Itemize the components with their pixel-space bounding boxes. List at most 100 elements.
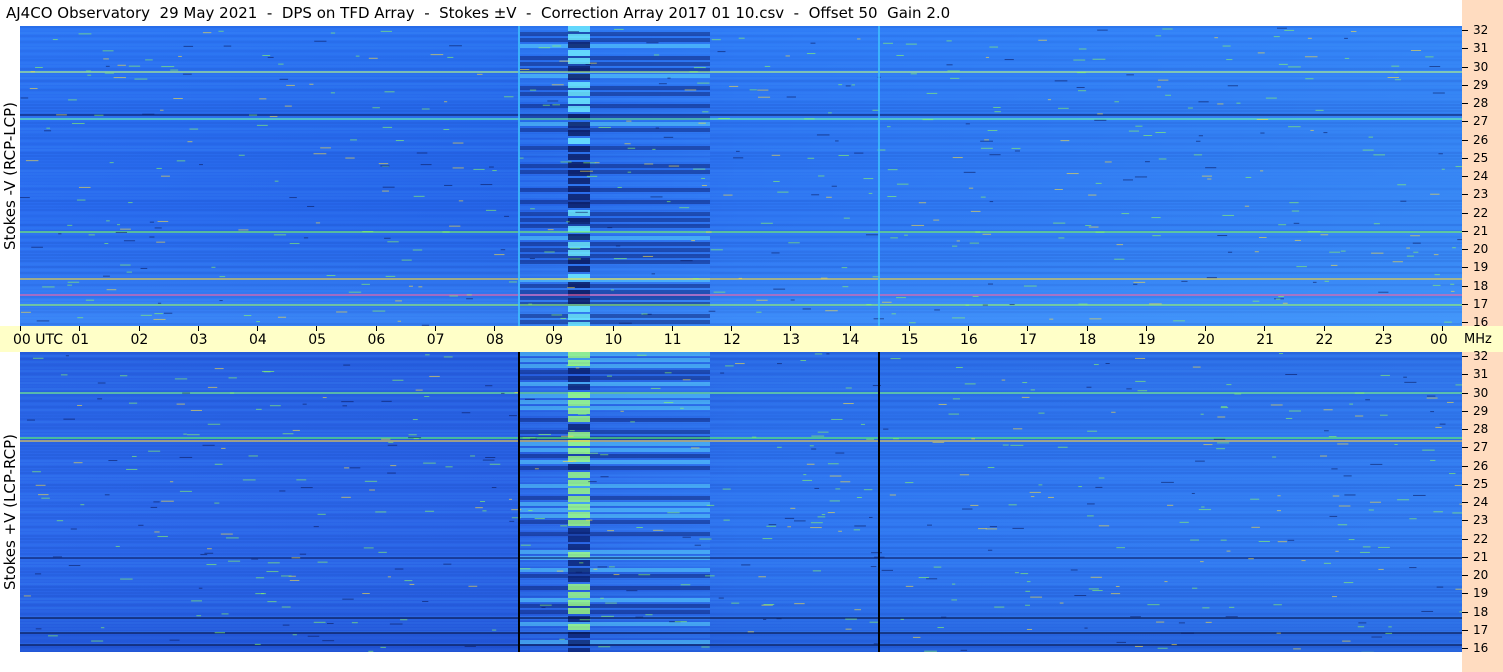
speckle [1323,562,1332,564]
burst-column [568,480,590,486]
speckle [666,201,671,203]
speckle [585,519,593,521]
burst-band [520,376,710,380]
speckle [20,197,30,199]
speckle [242,479,256,481]
speckle [491,487,497,489]
spectrogram-band [20,598,1462,600]
speckle [501,392,505,394]
speckle [1324,430,1329,432]
speckle [1217,103,1224,105]
speckle [718,597,724,599]
speckle [1285,373,1298,375]
burst-column [568,186,590,192]
speckle [1433,254,1439,256]
spectrogram-band [20,460,1462,462]
burst-column [568,512,590,518]
speckle [817,431,829,433]
speckle [35,484,46,486]
speckle [1116,547,1125,549]
speckle [1455,588,1462,590]
speckle [302,403,307,405]
freq-bottom-label: 29 [1473,403,1489,418]
burst-column [568,376,590,382]
speckle [1002,444,1009,446]
spectrogram-band [20,547,1462,549]
speckle [766,525,777,527]
speckle [1371,636,1383,638]
freq-bottom-tick [1462,575,1468,576]
speckle [330,32,336,34]
speckle [413,195,425,197]
interference-line [20,118,1462,120]
speckle [395,300,402,302]
burst-band [520,92,710,96]
speckle [856,497,862,498]
speckle [444,184,453,186]
spectrogram-band [20,418,1462,420]
speckle [207,386,218,388]
time-label: 08 [486,332,504,348]
time-label: 01 [71,332,90,348]
speckle [835,452,845,454]
speckle [741,564,751,566]
speckle [1094,119,1107,121]
speckle [806,53,816,55]
speckle [1329,251,1341,253]
time-tick [1027,326,1029,331]
spectrogram-band [20,182,1462,184]
speckle [932,441,945,443]
speckle [494,254,505,256]
spectrogram-band [20,619,1462,621]
spectrogram-band [20,475,1462,477]
burst-column [568,82,590,88]
speckle [1421,610,1434,612]
burst-band [520,586,710,590]
speckle [610,289,615,291]
spectrogram-band [20,317,1462,319]
speckle [572,460,577,462]
freq-top-label: 25 [1473,150,1489,165]
freq-bottom-tick [1462,648,1468,649]
freq-top-label: 32 [1473,23,1489,37]
speckle [829,500,840,502]
time-tick [20,326,21,331]
speckle [528,303,533,305]
speckle [1095,182,1102,184]
speckle [597,566,608,568]
speckle [68,565,81,567]
stokes-plus-v-spectrogram[interactable] [20,352,1462,652]
speckle [281,575,292,577]
spectrogram-band [20,388,1462,390]
spectrogram-band [20,514,1462,516]
freq-bottom-label: 21 [1473,549,1489,564]
spectrogram-band [20,302,1462,304]
time-tick [1264,326,1266,331]
speckle [378,163,389,165]
speckle [814,353,823,355]
spectrogram-band [20,400,1462,402]
speckle [1213,438,1226,440]
speckle [382,186,395,188]
speckle [794,603,805,605]
time-label: 09 [545,332,564,348]
speckle [802,308,811,310]
speckle [421,108,430,110]
stokes-minus-v-spectrogram[interactable] [20,26,1462,326]
speckle [1236,102,1241,104]
speckle [413,438,419,440]
speckle [890,358,901,360]
freq-bottom-label: 17 [1473,622,1489,637]
speckle [176,403,185,405]
speckle [156,167,162,169]
burst-column [568,544,590,550]
vertical-marker [518,26,520,326]
speckle [103,58,109,60]
speckle [170,69,179,71]
speckle [970,210,981,212]
burst-band [520,74,710,78]
spectrogram-band [20,484,1462,486]
spectrogram-band [20,215,1462,217]
speckle [679,207,690,209]
speckle [160,109,164,111]
